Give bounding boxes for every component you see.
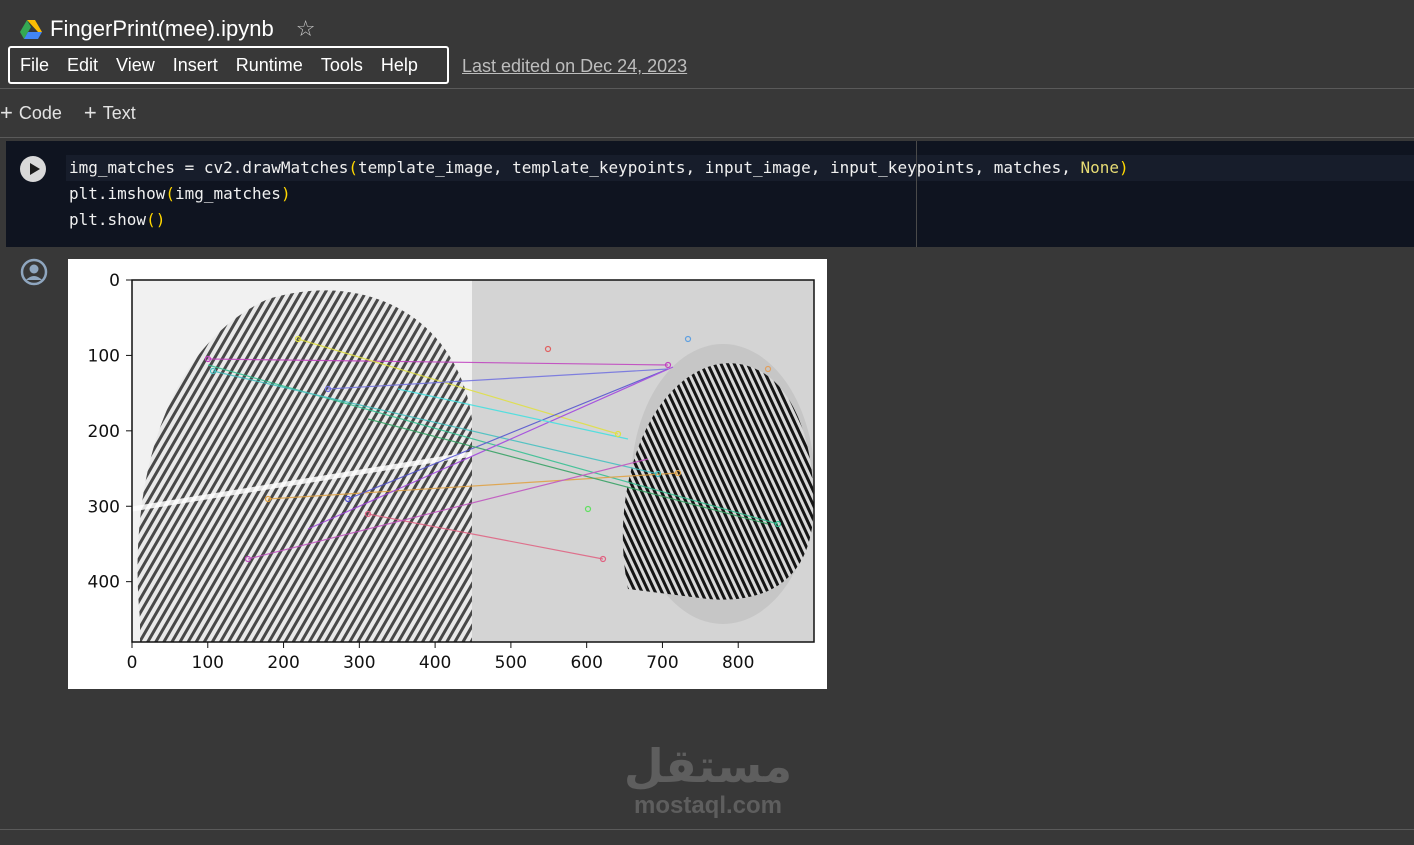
divider: [0, 137, 1414, 138]
menu-edit[interactable]: Edit: [67, 55, 98, 76]
paren: ): [280, 184, 291, 203]
menu-help[interactable]: Help: [381, 55, 418, 76]
x-tick-label: 700: [646, 653, 678, 673]
x-tick-label: 400: [419, 653, 451, 673]
menu-file[interactable]: File: [20, 55, 49, 76]
paren: (): [146, 210, 166, 229]
x-tick-label: 200: [267, 653, 299, 673]
y-tick-label: 100: [88, 346, 120, 366]
y-tick-label: 200: [88, 422, 120, 442]
cell-toolbar: + Code + Text: [0, 100, 158, 126]
star-icon[interactable]: ☆: [296, 16, 316, 42]
run-cell-button[interactable]: [20, 156, 46, 182]
x-axis-ticks: 0 100 200 300 400 500 600 700 800: [127, 642, 754, 673]
menu-view[interactable]: View: [116, 55, 155, 76]
fingerprint-match-plot: 0 100 200 300 400 500 600 700 800 0 100 200 300 400: [88, 271, 815, 673]
user-circle-icon[interactable]: [20, 258, 48, 286]
watermark: مستقل mostaql.com: [620, 740, 796, 820]
fingerprint-image: [132, 280, 814, 642]
paren: (: [348, 158, 358, 177]
menu-runtime[interactable]: Runtime: [236, 55, 303, 76]
add-code-button[interactable]: + Code: [0, 102, 62, 124]
menu-bar: File Edit View Insert Runtime Tools Help: [8, 46, 449, 84]
code-line-3: plt.show(): [69, 207, 1129, 233]
code-line-1: img_matches = cv2.drawMatches(template_i…: [69, 155, 1129, 181]
x-tick-label: 500: [495, 653, 527, 673]
code-cell[interactable]: img_matches = cv2.drawMatches(template_i…: [6, 141, 1414, 247]
last-edited-link[interactable]: Last edited on Dec 24, 2023: [462, 56, 687, 77]
add-code-label: Code: [18, 102, 62, 123]
add-text-label: Text: [102, 102, 136, 123]
menu-tools[interactable]: Tools: [321, 55, 363, 76]
paren: ): [1119, 158, 1129, 177]
divider: [0, 829, 1414, 830]
code-text: template_image, template_keypoints, inpu…: [358, 158, 1081, 177]
keyword: None: [1080, 158, 1119, 177]
notebook-title[interactable]: FingerPrint(mee).ipynb: [50, 16, 274, 42]
y-tick-label: 300: [88, 497, 120, 517]
x-tick-label: 800: [722, 653, 754, 673]
x-tick-label: 100: [192, 653, 224, 673]
code-editor[interactable]: img_matches = cv2.drawMatches(template_i…: [69, 155, 1129, 233]
y-tick-label: 400: [88, 573, 120, 593]
code-text: img_matches = cv2.drawMatches: [69, 158, 349, 177]
y-tick-label: 0: [109, 271, 120, 291]
plus-icon: +: [0, 100, 13, 125]
code-text: plt.show: [69, 210, 147, 229]
menu-insert[interactable]: Insert: [173, 55, 218, 76]
divider: [0, 88, 1414, 89]
paren: (: [165, 184, 175, 203]
code-line-2: plt.imshow(img_matches): [69, 181, 1129, 207]
add-text-button[interactable]: + Text: [84, 102, 136, 124]
x-tick-label: 600: [570, 653, 602, 673]
code-text: plt.imshow: [69, 184, 166, 203]
output-plot: 0 100 200 300 400 500 600 700 800 0 100 200 300 400: [68, 259, 827, 689]
title-bar: FingerPrint(mee).ipynb ☆: [20, 12, 315, 46]
google-drive-icon: [20, 20, 42, 39]
y-axis-ticks: 0 100 200 300 400: [88, 271, 132, 593]
watermark-arabic: مستقل: [623, 739, 793, 793]
x-tick-label: 300: [343, 653, 375, 673]
plus-icon: +: [83, 100, 97, 125]
x-tick-label: 0: [127, 653, 138, 673]
watermark-latin: mostaql.com: [633, 792, 783, 819]
code-text: img_matches: [174, 184, 281, 203]
